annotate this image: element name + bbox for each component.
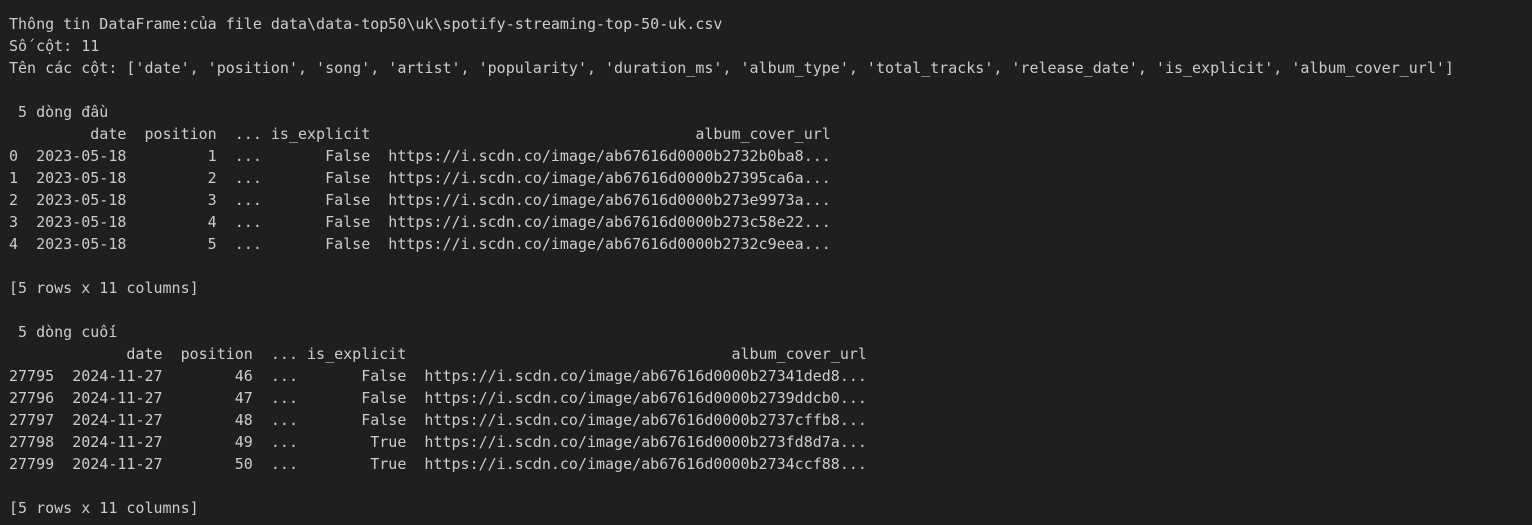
table-row: 2 2023-05-18 3 ... False https://i.scdn.… xyxy=(9,191,831,209)
table-row: 3 2023-05-18 4 ... False https://i.scdn.… xyxy=(9,213,831,231)
table-row: 27798 2024-11-27 49 ... True https://i.s… xyxy=(9,433,867,451)
dataframe-info-title: Thông tin DataFrame:của file data\data-t… xyxy=(9,15,723,33)
table-row: 27796 2024-11-27 47 ... False https://i.… xyxy=(9,389,867,407)
table-row: 1 2023-05-18 2 ... False https://i.scdn.… xyxy=(9,169,831,187)
table-row: 4 2023-05-18 5 ... False https://i.scdn.… xyxy=(9,235,831,253)
table-row: 27799 2024-11-27 50 ... True https://i.s… xyxy=(9,455,867,473)
head-section-title: 5 dòng đầu xyxy=(9,103,109,121)
tail-shape-summary: [5 rows x 11 columns] xyxy=(9,499,199,517)
tail-section-title: 5 dòng cuối xyxy=(9,323,118,341)
terminal-output[interactable]: Thông tin DataFrame:của file data\data-t… xyxy=(0,0,1532,525)
head-shape-summary: [5 rows x 11 columns] xyxy=(9,279,199,297)
column-count: Số cột: 11 xyxy=(9,37,100,55)
column-names: Tên các cột: ['date', 'position', 'song'… xyxy=(9,59,1454,77)
head-table-header: date position ... is_explicit album_cove… xyxy=(9,125,831,143)
tail-table-header: date position ... is_explicit album_cove… xyxy=(9,345,867,363)
table-row: 27797 2024-11-27 48 ... False https://i.… xyxy=(9,411,867,429)
table-row: 0 2023-05-18 1 ... False https://i.scdn.… xyxy=(9,147,831,165)
table-row: 27795 2024-11-27 46 ... False https://i.… xyxy=(9,367,867,385)
